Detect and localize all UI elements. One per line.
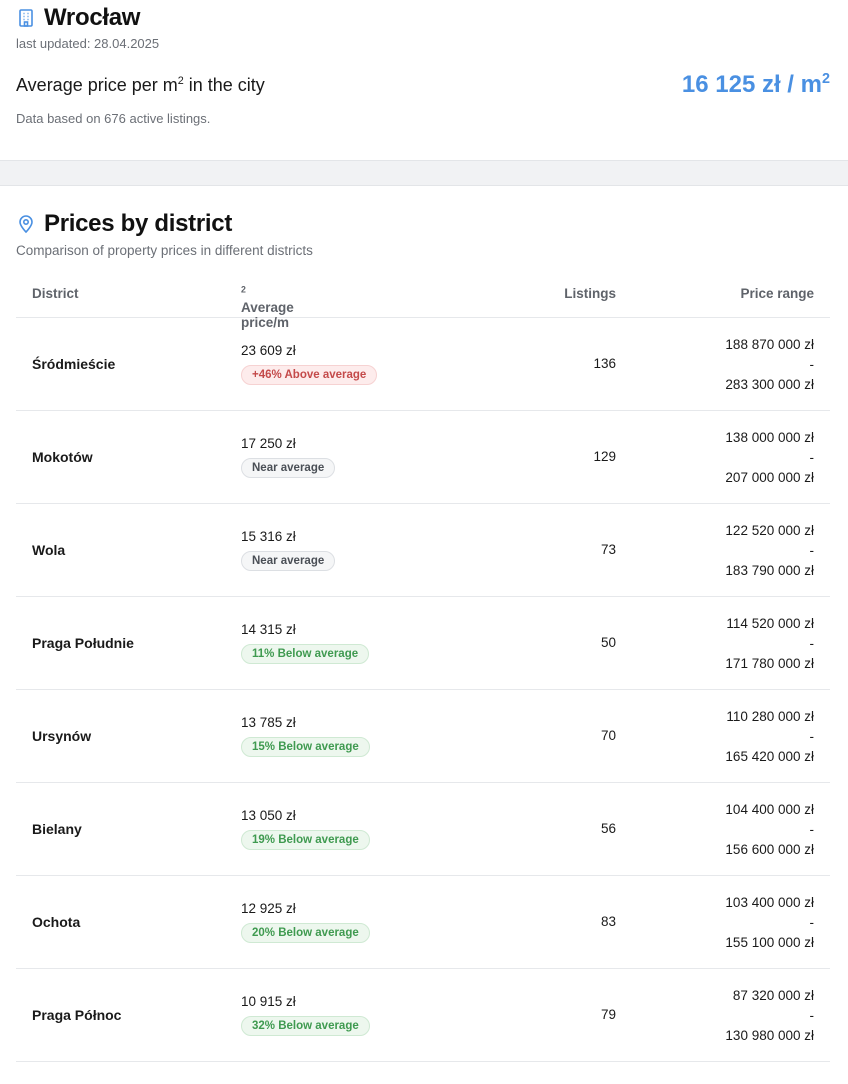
price-comparison-badge: 19% Below average <box>241 830 370 850</box>
district-average-price: 13 050 zł <box>241 808 296 823</box>
table-row[interactable]: Bielany 13 050 zł 19% Below average 56 104 4… <box>16 783 830 876</box>
column-header-listings[interactable]: Listings <box>564 286 616 301</box>
price-range-max: 283 300 000 zł <box>725 377 814 392</box>
average-price-label: Average price per m2 in the city <box>16 75 265 96</box>
listings-count: 129 <box>593 449 616 464</box>
price-range-separator: - <box>809 450 815 465</box>
column-header-district[interactable]: District <box>32 286 79 301</box>
last-updated: last updated: 28.04.2025 <box>16 36 160 51</box>
price-range-separator: - <box>809 1008 815 1023</box>
price-range-min: 104 400 000 zł <box>725 802 814 817</box>
section-subtitle: Comparison of property prices in differe… <box>16 243 313 258</box>
district-average-price: 10 915 zł <box>241 994 296 1009</box>
price-comparison-badge: 15% Below average <box>241 737 370 757</box>
price-range-max: 165 420 000 zł <box>725 749 814 764</box>
table-row[interactable]: Śródmieście 23 609 zł +46% Above average 13… <box>16 318 830 411</box>
price-range: 138 000 000 zł - 207 000 000 zł <box>725 428 814 488</box>
city-summary-card: Wrocław last updated: 28.04.2025 Average… <box>0 0 848 161</box>
price-range-separator: - <box>809 357 815 372</box>
district-name: Ursynów <box>32 728 92 744</box>
price-range-max: 183 790 000 zł <box>725 563 814 578</box>
column-header-price-range[interactable]: Price range <box>740 286 814 301</box>
price-range-separator: - <box>809 729 815 744</box>
price-range-max: 207 000 000 zł <box>725 470 814 485</box>
table-header: District Average price/m 2 Listings Price… <box>16 272 830 330</box>
price-range-max: 156 600 000 zł <box>725 842 814 857</box>
table-row[interactable]: Praga Północ 10 915 zł 32% Below average 79… <box>16 969 830 1062</box>
price-range-max: 155 100 000 zł <box>725 935 814 950</box>
price-range-min: 122 520 000 zł <box>725 523 814 538</box>
price-range-min: 87 320 000 zł <box>732 988 814 1003</box>
district-average-price: 12 925 zł <box>241 901 296 916</box>
price-comparison-badge: 11% Below average <box>241 644 370 664</box>
district-name: Mokotów <box>32 449 93 465</box>
section-title: Prices by district <box>44 210 233 237</box>
price-range-max: 130 980 000 zł <box>725 1028 814 1043</box>
district-name: Wola <box>32 542 66 558</box>
table-body: Śródmieście 23 609 zł +46% Above average 13… <box>16 318 830 1062</box>
price-range-separator: - <box>809 915 815 930</box>
listings-count: 83 <box>600 914 616 929</box>
price-range: 110 280 000 zł - 165 420 000 zł <box>725 707 814 767</box>
price-range-max: 171 780 000 zł <box>725 656 814 671</box>
price-range: 188 870 000 zł - 283 300 000 zł <box>725 335 814 395</box>
table-row[interactable]: Ochota 12 925 zł 20% Below average 83 103 40… <box>16 876 830 969</box>
price-range-separator: - <box>809 822 815 837</box>
city-header: Wrocław <box>16 4 140 32</box>
price-comparison-badge: +46% Above average <box>241 365 378 385</box>
price-comparison-badge: 20% Below average <box>241 923 370 943</box>
average-price-value-text: 16 125 zł / m <box>681 71 822 98</box>
listings-count: 56 <box>600 821 616 836</box>
price-comparison-badge: 32% Below average <box>241 1016 370 1036</box>
average-price-label-suffix: in the city <box>183 75 265 95</box>
price-range-separator: - <box>809 636 815 651</box>
price-range: 87 320 000 zł - 130 980 000 zł <box>725 986 814 1046</box>
listings-note: Data based on 676 active listings. <box>16 111 211 126</box>
district-name: Praga Południe <box>32 635 134 651</box>
average-price-value: 16 125 zł / m2 <box>682 71 830 99</box>
map-pin-icon <box>16 214 36 234</box>
table-row[interactable]: Mokotów 17 250 zł Near average 129 138 000 0… <box>16 411 830 504</box>
building-icon <box>16 8 36 28</box>
city-name: Wrocław <box>44 4 141 31</box>
price-range-min: 138 000 000 zł <box>725 430 814 445</box>
district-name: Śródmieście <box>32 356 116 372</box>
price-range: 103 400 000 zł - 155 100 000 zł <box>725 893 814 953</box>
section-header: Prices by district <box>16 210 232 238</box>
average-price-label-text: Average price per m <box>16 75 178 95</box>
district-average-price: 14 315 zł <box>241 622 296 637</box>
average-price-value-sup: 2 <box>821 71 830 87</box>
district-average-price: 23 609 zł <box>241 343 296 358</box>
price-range-min: 114 520 000 zł <box>726 616 814 631</box>
table-row[interactable]: Ursynów 13 785 zł 15% Below average 70 110 2… <box>16 690 830 783</box>
section-divider <box>0 161 848 186</box>
price-range-min: 110 280 000 zł <box>726 709 814 724</box>
listings-count: 70 <box>600 728 616 743</box>
district-average-price: 17 250 zł <box>241 436 296 451</box>
price-range-separator: - <box>809 543 815 558</box>
listings-count: 73 <box>600 542 616 557</box>
price-range: 104 400 000 zł - 156 600 000 zł <box>725 800 814 860</box>
listings-count: 79 <box>600 1007 616 1022</box>
district-name: Ochota <box>32 914 81 930</box>
price-range: 122 520 000 zł - 183 790 000 zł <box>725 521 814 581</box>
column-header-average-price[interactable]: Average price/m 2 <box>241 284 294 330</box>
district-average-price: 15 316 zł <box>241 529 296 544</box>
price-comparison-badge: Near average <box>241 458 336 478</box>
district-prices-card: Prices by district Comparison of propert… <box>0 186 848 1084</box>
column-header-average-price-sup: 2 <box>241 284 246 295</box>
listings-count: 50 <box>600 635 616 650</box>
district-table: District Average price/m 2 Listings Price… <box>16 272 830 1062</box>
table-row[interactable]: Wola 15 316 zł Near average 73 122 520 000 z… <box>16 504 830 597</box>
price-range-min: 103 400 000 zł <box>725 895 814 910</box>
price-range-min: 188 870 000 zł <box>725 337 814 352</box>
table-row[interactable]: Praga Południe 14 315 zł 11% Below average… <box>16 597 830 690</box>
district-name: Praga Północ <box>32 1007 122 1023</box>
district-average-price: 13 785 zł <box>241 715 296 730</box>
price-range: 114 520 000 zł - 171 780 000 zł <box>725 614 814 674</box>
listings-count: 136 <box>593 356 616 371</box>
price-comparison-badge: Near average <box>241 551 336 571</box>
district-name: Bielany <box>32 821 82 837</box>
